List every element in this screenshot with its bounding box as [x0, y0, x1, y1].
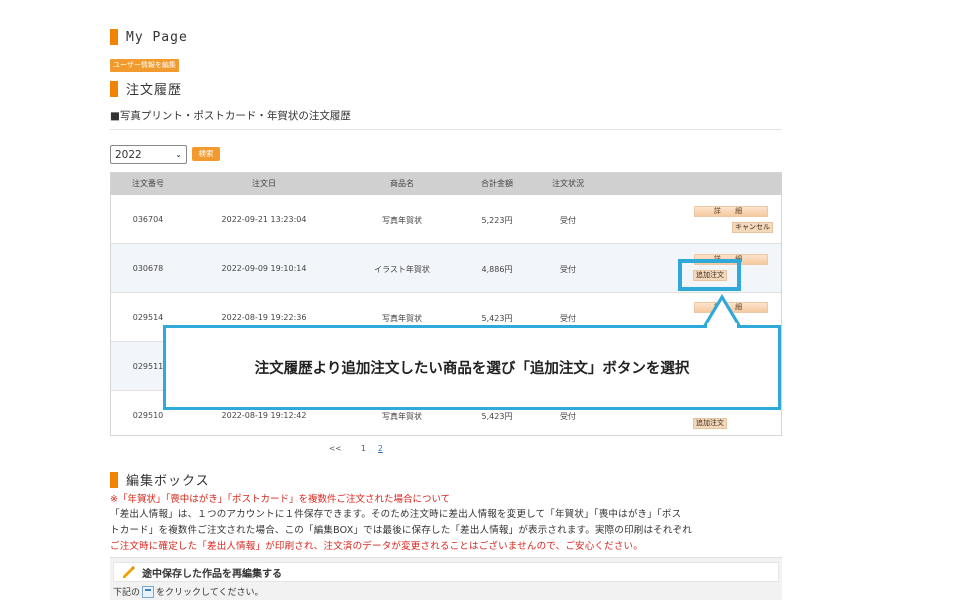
instruction-callout: 注文履歴より追加注文したい商品を選び「追加注文」ボタンを選択 — [163, 325, 781, 410]
saved-works-header: 途中保存した作品を再編集する — [113, 562, 779, 582]
year-select-value: 2022 — [115, 148, 142, 161]
order-id: 029510 — [132, 411, 164, 420]
saved-works-instruction: 下記の をクリックしてください。 — [113, 585, 263, 598]
product-name: 写真年賀状 — [382, 314, 422, 323]
order-status: 受付 — [560, 216, 576, 225]
order-date: 2022-09-09 19:10:14 — [221, 264, 307, 273]
mypage-heading: My Page — [110, 29, 188, 45]
click-prefix: 下記の — [113, 588, 141, 598]
order-status: 受付 — [560, 314, 576, 323]
col-product-name: 商品名 — [390, 179, 414, 188]
heading-bar — [110, 471, 118, 488]
mypage-title: My Page — [126, 29, 188, 45]
search-button[interactable]: 検索 — [192, 147, 220, 161]
detail-button[interactable]: 詳 細 — [694, 206, 768, 217]
notice-line: 「差出人情報」は、１つのアカウントに１件保存できます。そのため注文時に差出人情報… — [110, 509, 682, 520]
order-total: 5,423円 — [481, 314, 513, 323]
pagination-page-1[interactable]: 1 — [361, 444, 366, 453]
cancel-button[interactable]: キャンセル — [732, 222, 773, 233]
order-id: 036704 — [132, 215, 164, 224]
order-status: 受付 — [560, 412, 576, 421]
order-id: 030678 — [132, 264, 164, 273]
order-status: 受付 — [560, 265, 576, 274]
notice-line: トカード」を複数件ご注文された場合、この「編集BOX」では最後に保存した「差出人… — [110, 525, 692, 536]
add-order-button[interactable]: 追加注文 — [693, 418, 727, 429]
saved-works-panel: 途中保存した作品を再編集する 下記の をクリックしてください。 — [110, 557, 782, 600]
order-total: 4,886円 — [481, 265, 513, 274]
notice-body: 「差出人情報」は、１つのアカウントに１件保存できます。そのため注文時に差出人情報… — [110, 507, 782, 555]
col-order-number: 注文番号 — [132, 179, 164, 188]
order-history-subheading: ■写真プリント・ポストカード・年賀状の注文履歴 — [110, 110, 351, 122]
pagination-prev[interactable]: << — [329, 444, 342, 453]
col-total: 合計金額 — [481, 179, 513, 188]
pencil-icon — [123, 566, 135, 578]
chevron-down-icon: ⌄ — [175, 150, 182, 159]
divider — [110, 129, 782, 130]
callout-pointer-tip — [702, 294, 742, 329]
pagination-page-2[interactable]: 2 — [378, 444, 383, 453]
notice-title: ※「年賀状」「喪中はがき」「ポストカード」を複数件ご注文された場合について — [110, 494, 451, 505]
edit-file-icon[interactable] — [142, 585, 155, 598]
edit-user-button[interactable]: ユーザー情報を編集 — [110, 59, 179, 72]
saved-works-title: 途中保存した作品を再編集する — [142, 568, 282, 580]
order-date: 2022-08-19 19:22:36 — [221, 313, 307, 322]
order-id: 029511 — [132, 362, 164, 371]
col-order-date: 注文日 — [252, 179, 276, 188]
order-total: 5,423円 — [481, 412, 513, 421]
order-total: 5,223円 — [481, 216, 513, 225]
order-date: 2022-08-19 19:12:42 — [221, 411, 307, 420]
order-history-title: 注文履歴 — [126, 83, 183, 98]
table-row: 036704 2022-09-21 13:23:04 写真年賀状 5,223円 … — [111, 195, 781, 244]
order-history-heading: 注文履歴 — [110, 79, 182, 98]
product-name: 写真年賀状 — [382, 216, 422, 225]
product-name: イラスト年賀状 — [374, 265, 430, 274]
col-status: 注文状況 — [552, 179, 584, 188]
product-name: 写真年賀状 — [382, 412, 422, 421]
edit-box-heading: 編集ボックス — [110, 470, 210, 489]
notice-line-red: ご注文時に確定した「差出人情報」が印刷され、注文済のデータが変更されることはござ… — [110, 541, 643, 552]
order-id: 029514 — [132, 313, 164, 322]
edit-box-title: 編集ボックス — [126, 474, 210, 489]
heading-bar — [110, 29, 118, 45]
add-order-highlight — [678, 259, 741, 291]
year-select[interactable]: 2022 ⌄ — [110, 145, 187, 164]
callout-text: 注文履歴より追加注文したい商品を選び「追加注文」ボタンを選択 — [254, 361, 690, 377]
click-suffix: をクリックしてください。 — [156, 588, 264, 598]
heading-bar — [110, 80, 118, 97]
table-header: 注文番号 注文日 商品名 合計金額 注文状況 — [111, 173, 781, 195]
order-date: 2022-09-21 13:23:04 — [221, 215, 307, 224]
